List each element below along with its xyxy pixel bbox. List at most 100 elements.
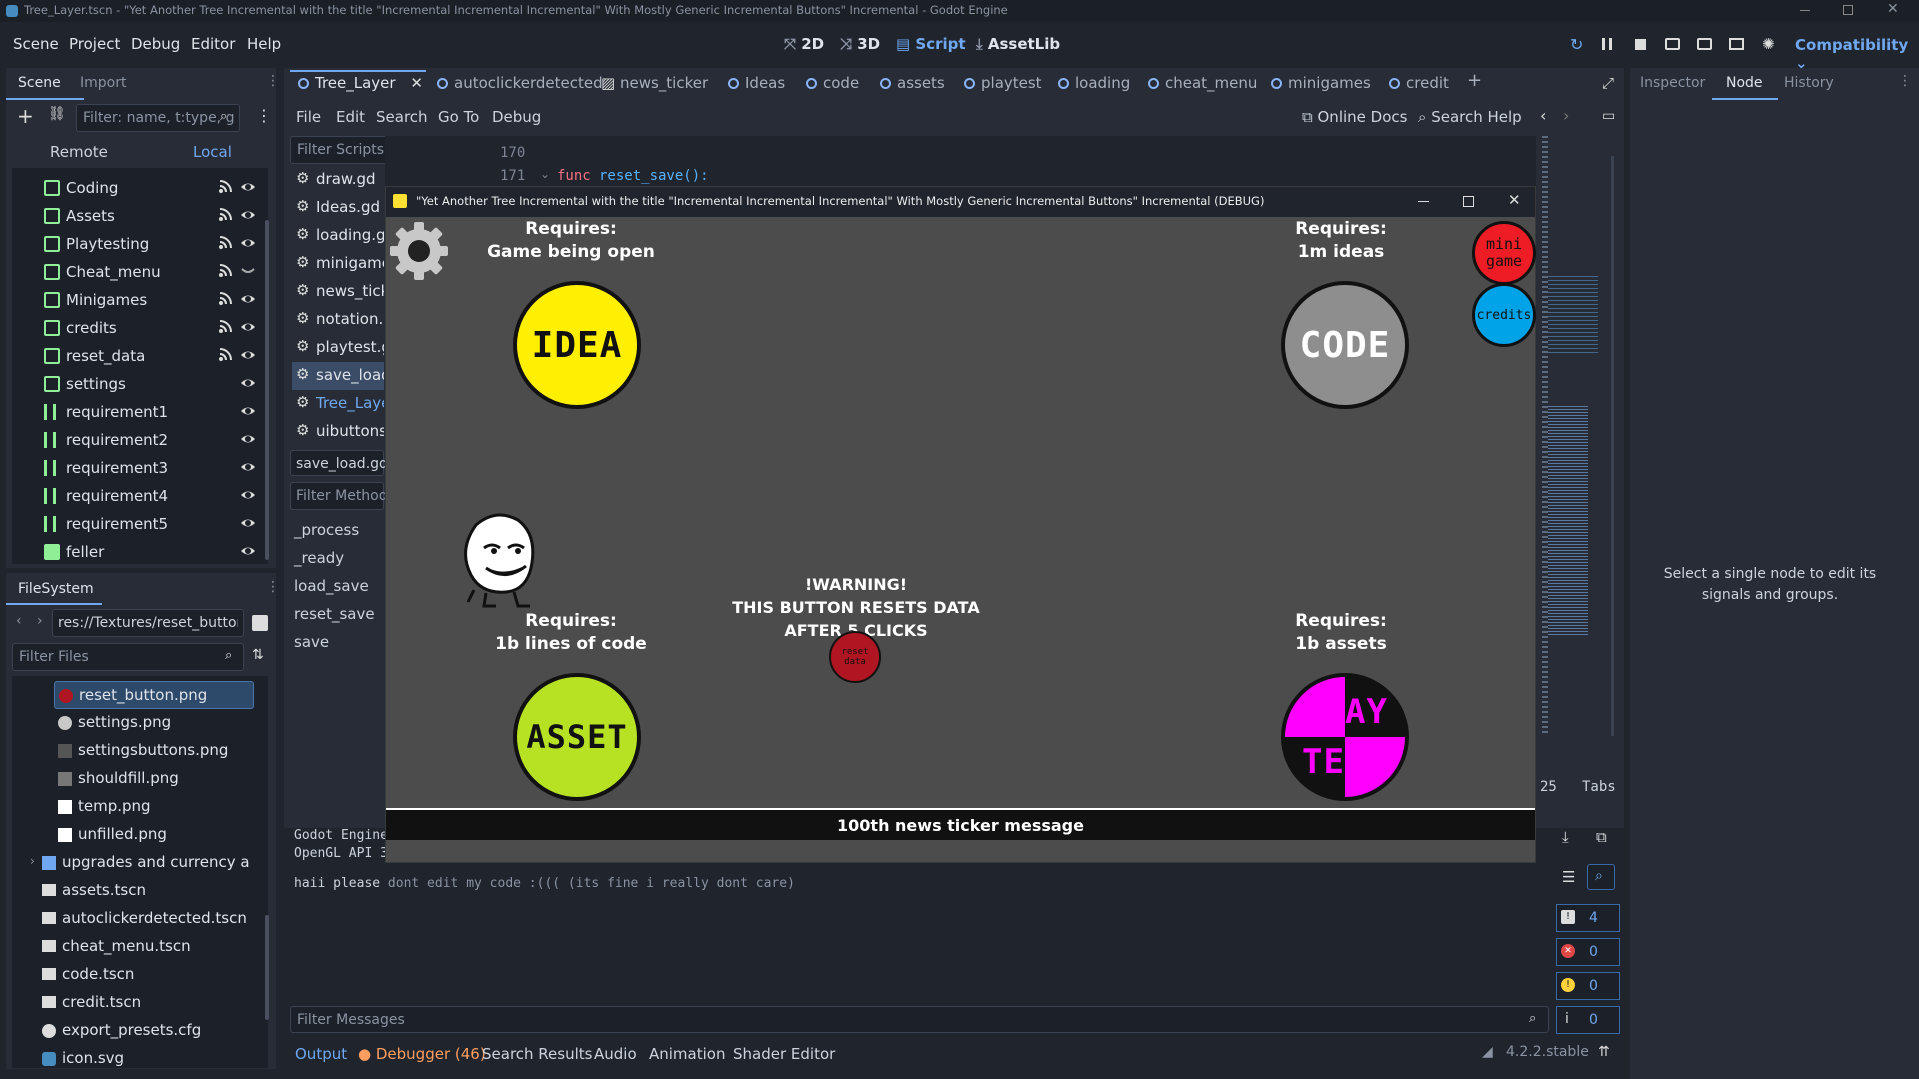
bottom-tab-shader[interactable]: Shader Editor	[733, 1045, 835, 1063]
script-list-item[interactable]: ⚙ uibuttons.	[292, 418, 384, 446]
errors-toggle[interactable]: ✕ 0	[1556, 938, 1620, 966]
scene-node-row[interactable]: settings	[22, 370, 272, 398]
scene-node-row[interactable]: Coding	[22, 174, 272, 202]
script-menu-debug[interactable]: Debug	[492, 108, 541, 126]
game-minimize-icon[interactable]	[1418, 201, 1429, 202]
game-close-icon[interactable]: ✕	[1508, 191, 1521, 209]
movie-maker-icon[interactable]: ✺	[1762, 35, 1775, 53]
fold-icon[interactable]: ⌄	[540, 167, 550, 181]
script-list-item[interactable]: ⚙ Ideas.gd	[292, 194, 384, 222]
filter-toggle-button[interactable]: ⌕	[1587, 864, 1615, 890]
signal-icon[interactable]	[218, 208, 232, 222]
minigame-button[interactable]: mini game	[1472, 221, 1536, 285]
dock-menu-icon[interactable]: ⋮	[1898, 73, 1912, 89]
tab-history[interactable]: History	[1784, 75, 1834, 91]
fs-file-row[interactable]: export_presets.cfg	[38, 1017, 254, 1045]
visibility-eye-icon[interactable]	[240, 320, 256, 334]
minimize-icon[interactable]	[1800, 10, 1810, 11]
scene-node-row[interactable]: Playtesting	[22, 230, 272, 258]
remote-tab[interactable]: Remote	[50, 143, 108, 161]
close-tab-icon[interactable]: ✕	[410, 74, 423, 92]
fs-file-row[interactable]: credit.tscn	[38, 989, 254, 1017]
add-node-icon[interactable]: +	[17, 104, 34, 128]
visibility-eye-icon[interactable]	[240, 432, 256, 446]
forward-icon[interactable]: ›	[37, 613, 43, 629]
fs-file-row[interactable]: assets.tscn	[38, 877, 254, 905]
menu-debug[interactable]: Debug	[131, 35, 180, 53]
add-tab-icon[interactable]: +	[1467, 70, 1482, 91]
menu-project[interactable]: Project	[69, 35, 120, 53]
scene-node-row[interactable]: requirement5	[22, 510, 272, 538]
workspace-3d[interactable]: ⤨ 3D	[840, 35, 880, 53]
back-icon[interactable]: ‹	[16, 613, 22, 629]
workspace-2d[interactable]: ⤧ 2D	[784, 35, 824, 53]
script-list-item[interactable]: ⚙ draw.gd	[292, 166, 384, 194]
fs-file-row[interactable]: cheat_menu.tscn	[38, 933, 254, 961]
scene-node-row[interactable]: requirement3	[22, 454, 272, 482]
menu-help[interactable]: Help	[247, 35, 281, 53]
editor-tab[interactable]: playtest	[964, 74, 1042, 92]
fs-filter-input[interactable]: Filter Files ⌕	[12, 643, 244, 671]
fs-file-row[interactable]: code.tscn	[38, 961, 254, 989]
editor-tab[interactable]: autoclickerdetected	[437, 74, 603, 92]
visibility-eye-icon[interactable]	[240, 488, 256, 502]
bottom-tab-search[interactable]: Search Results	[482, 1045, 592, 1063]
fs-file-row[interactable]: autoclickerdetected.tscn	[38, 905, 254, 933]
visibility-eye-icon[interactable]	[240, 180, 256, 194]
method-list-item[interactable]: _process	[294, 521, 359, 539]
script-menu-file[interactable]: File	[296, 108, 321, 126]
fs-file-row[interactable]: temp.png	[54, 793, 254, 821]
reload-icon[interactable]: ↻	[1570, 35, 1583, 54]
editor-tab[interactable]: assets	[880, 74, 945, 92]
signal-icon[interactable]	[218, 264, 232, 278]
run-scene-icon[interactable]	[1729, 38, 1744, 50]
editor-tab[interactable]: Ideas	[728, 74, 785, 92]
visibility-eye-icon[interactable]	[240, 376, 256, 390]
search-help-button[interactable]: ⌕ Search Help	[1418, 108, 1522, 126]
signal-icon[interactable]	[218, 348, 232, 362]
tab-scene[interactable]: Scene	[18, 75, 61, 91]
script-menu-search[interactable]: Search	[376, 108, 428, 126]
signal-icon[interactable]	[218, 236, 232, 250]
menu-scene[interactable]: Scene	[13, 35, 59, 53]
script-menu-goto[interactable]: Go To	[438, 108, 479, 126]
clear-output-icon[interactable]: ⤓	[1562, 828, 1569, 846]
scene-node-row[interactable]: Assets	[22, 202, 272, 230]
sort-icon[interactable]: ⇅	[252, 647, 264, 663]
node-filter-input[interactable]: Filter: name, t:type, g ⌕	[76, 104, 240, 132]
fs-file-row[interactable]: settings.png	[54, 709, 254, 737]
fs-file-row[interactable]: shouldfill.png	[54, 765, 254, 793]
script-list-item[interactable]: ⚙ notation.g	[292, 306, 384, 334]
editor-tab[interactable]: credit	[1389, 74, 1449, 92]
visibility-eye-icon[interactable]	[240, 208, 256, 222]
visibility-eye-icon[interactable]	[240, 404, 256, 418]
script-list-item[interactable]: ⚙ Tree_Layer	[292, 390, 384, 418]
fs-scrollbar[interactable]	[265, 915, 269, 1020]
editor-tab[interactable]: minigames	[1271, 74, 1371, 92]
menu-editor[interactable]: Editor	[191, 35, 235, 53]
messages-toggle[interactable]: ! 4	[1556, 904, 1620, 932]
movie-icon[interactable]	[1697, 38, 1712, 50]
editor-tab[interactable]: loading	[1058, 74, 1130, 92]
visibility-eye-icon[interactable]	[240, 292, 256, 306]
local-tab[interactable]: Local	[193, 143, 232, 161]
visibility-eye-icon[interactable]	[240, 348, 256, 362]
tab-import[interactable]: Import	[80, 75, 126, 91]
bottom-tab-debugger[interactable]: ● Debugger (46)	[358, 1045, 486, 1063]
scene-node-row[interactable]: Cheat_menu	[22, 258, 272, 286]
workspace-script[interactable]: ▤ Script	[896, 35, 966, 53]
filter-messages-input[interactable]: Filter Messages ⌕	[290, 1006, 1549, 1033]
script-list-item[interactable]: ⚙ news_ticke	[292, 278, 384, 306]
fs-file-row[interactable]: reset_button.png	[54, 681, 254, 709]
tab-filesystem[interactable]: FileSystem	[18, 581, 94, 597]
game-maximize-icon[interactable]	[1463, 196, 1474, 207]
editor-tab[interactable]: cheat_menu	[1148, 74, 1257, 92]
filter-methods-input[interactable]: Filter Method	[290, 482, 388, 510]
editor-tab[interactable]: ▨ news_ticker	[601, 74, 708, 92]
editor-tab[interactable]: code	[806, 74, 859, 92]
visibility-eye-icon[interactable]	[240, 236, 256, 250]
distraction-free-icon[interactable]: ⤢	[1602, 74, 1614, 92]
remote-debug-icon[interactable]	[1665, 38, 1680, 50]
expand-arrow-icon[interactable]: ›	[30, 854, 35, 868]
script-list-item[interactable]: ⚙ loading.gd	[292, 222, 384, 250]
